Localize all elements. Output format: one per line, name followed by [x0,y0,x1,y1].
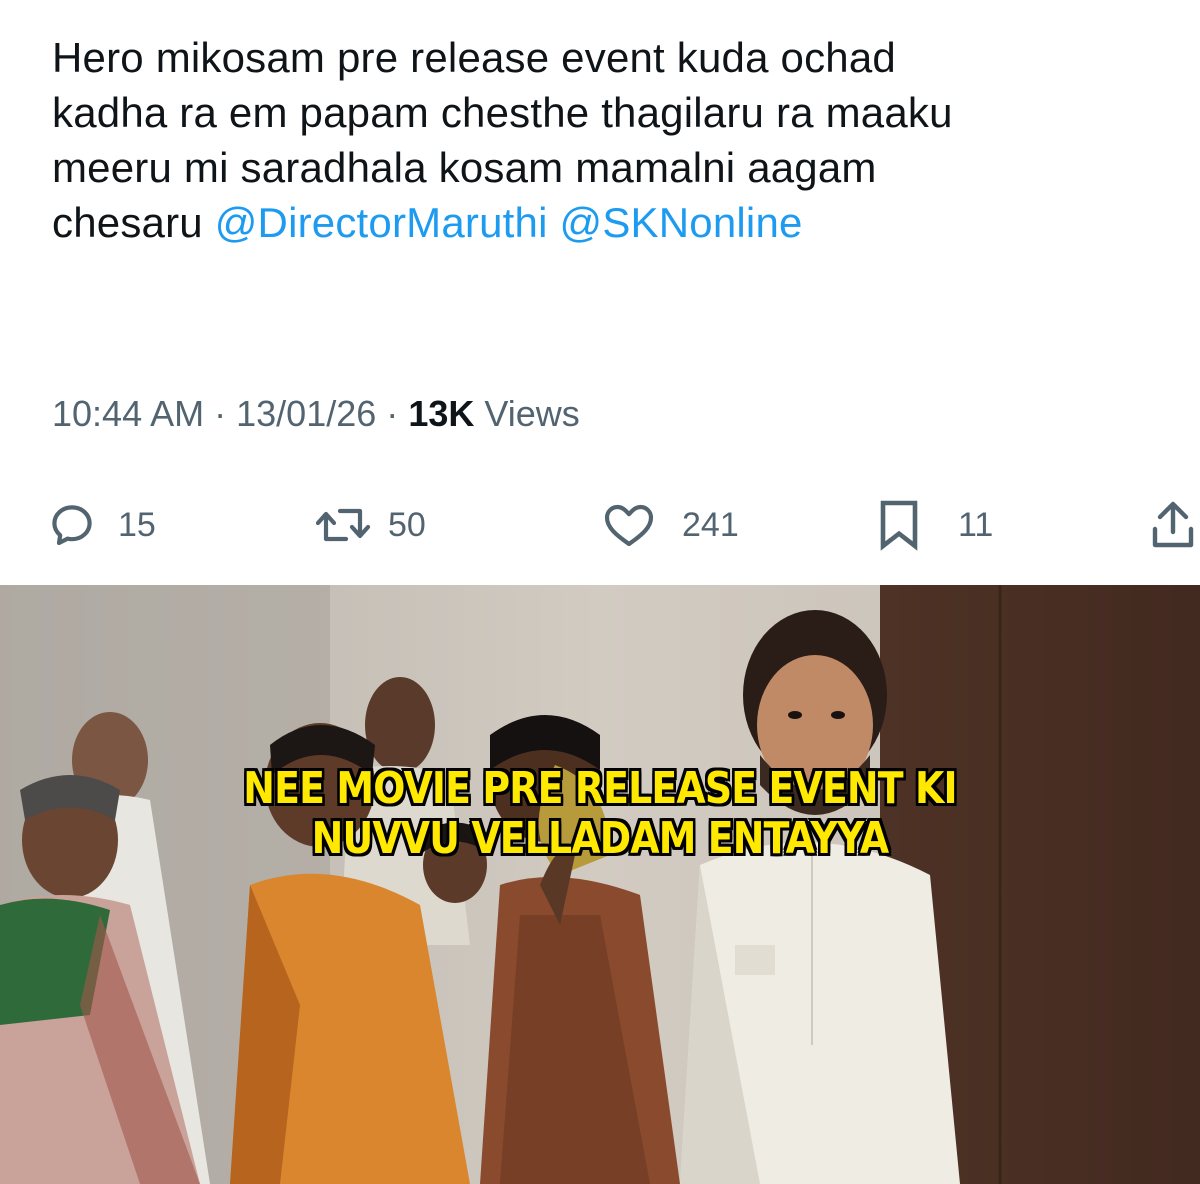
separator-dot: · [214,393,227,434]
bookmark-count: 11 [958,505,994,544]
mention-link-director-maruthi[interactable]: @DirectorMaruthi [215,199,548,246]
reply-count: 15 [118,505,156,544]
share-icon [1152,501,1194,548]
tweet-time: 10:44 AM [52,393,205,434]
tweet-text-line: meeru mi saradhala kosam mamalni aagam [52,144,877,191]
tweet-text-line: chesaru @DirectorMaruthi @SKNonline [52,195,1182,250]
reply-icon [52,505,92,546]
tweet-card: Hero mikosam pre release event kuda ocha… [0,0,1200,585]
tweet-actions-bar: 15 50 241 11 [0,495,1200,555]
tweet-timestamp[interactable]: 10:44 AM · 13/01/26 [52,393,376,434]
tweet-text-line: Hero mikosam pre release event kuda ocha… [52,34,896,81]
share-button[interactable] [1150,495,1196,555]
tweet-text-line-end: chesaru [52,199,203,246]
views-count: 13K [408,393,475,434]
retweet-icon [315,508,371,542]
reply-button[interactable]: 15 [48,495,156,555]
like-count: 241 [682,505,739,544]
meme-photo: NEE MOVIE PRE RELEASE EVENT KI NUVVU VEL… [0,585,1200,1184]
meme-caption-line-2: NUVVU VELLADAM ENTAYYA [311,813,890,864]
separator-dot: · [386,393,399,434]
retweet-count: 50 [388,505,426,544]
like-button[interactable]: 241 [602,495,739,555]
bookmark-icon [880,500,918,551]
tweet-meta: 10:44 AM · 13/01/26 · 13K Views [52,393,580,435]
tweet-text-line: kadha ra em papam chesthe thagilaru ra m… [52,89,953,136]
mention-link-sknonline[interactable]: @SKNonline [559,199,802,246]
tweet-text: Hero mikosam pre release event kuda ocha… [52,30,1182,250]
meme-caption-line-1: NEE MOVIE PRE RELEASE EVENT KI [243,763,957,814]
views-label: Views [484,393,580,434]
tweet-date: 13/01/26 [236,393,377,434]
bookmark-button[interactable]: 11 [876,495,993,555]
heart-icon [604,504,654,547]
meme-scene-image [0,585,1200,1184]
retweet-button[interactable]: 50 [312,495,426,555]
